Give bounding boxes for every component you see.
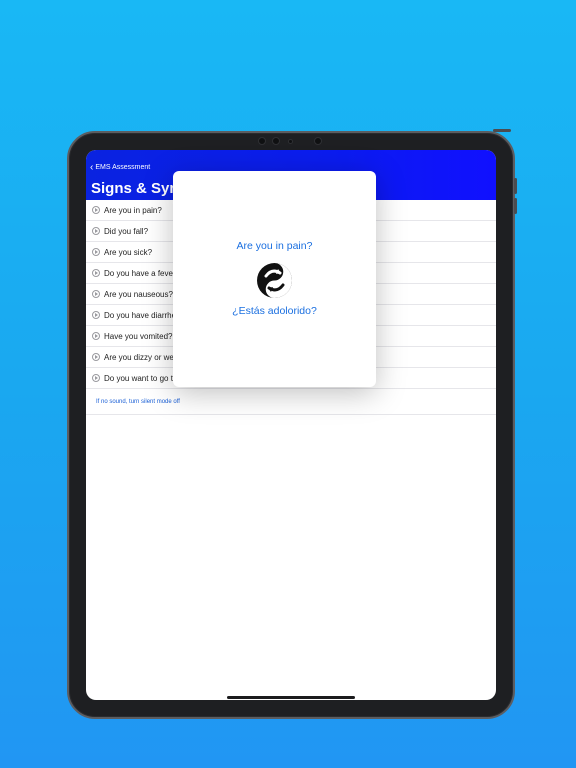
list-item-label: Did you fall? bbox=[104, 226, 149, 236]
back-button[interactable]: ‹ EMS Assessment bbox=[90, 162, 151, 173]
volume-up-button bbox=[514, 178, 517, 194]
play-icon bbox=[92, 290, 100, 298]
list-item-label: Have you vomited? bbox=[104, 331, 173, 341]
back-button-label: EMS Assessment bbox=[95, 164, 151, 171]
play-icon bbox=[92, 206, 100, 214]
list-item-label: Are you nauseous? bbox=[104, 289, 173, 299]
translation-popup[interactable]: Are you in pain? ¿Estás adolorido? bbox=[173, 171, 376, 387]
home-indicator[interactable] bbox=[227, 696, 355, 699]
silent-mode-note: If no sound, turn silent mode off bbox=[96, 398, 180, 405]
english-phrase[interactable]: Are you in pain? bbox=[173, 240, 376, 252]
play-icon bbox=[92, 353, 100, 361]
play-icon bbox=[92, 311, 100, 319]
silent-mode-note-row: If no sound, turn silent mode off bbox=[86, 389, 496, 415]
play-icon bbox=[92, 269, 100, 277]
list-item-label: Are you in pain? bbox=[104, 205, 162, 215]
front-camera bbox=[258, 137, 322, 145]
play-icon bbox=[92, 374, 100, 382]
translate-swap-icon bbox=[256, 262, 293, 299]
play-icon bbox=[92, 332, 100, 340]
volume-down-button bbox=[514, 198, 517, 214]
list-item-label: Are you sick? bbox=[104, 247, 153, 257]
top-button bbox=[493, 129, 511, 132]
list-item-label: Do you have a fever? bbox=[104, 268, 181, 278]
play-icon bbox=[92, 227, 100, 235]
chevron-left-icon: ‹ bbox=[90, 162, 94, 173]
play-icon bbox=[92, 248, 100, 256]
spanish-phrase[interactable]: ¿Estás adolorido? bbox=[173, 305, 376, 317]
